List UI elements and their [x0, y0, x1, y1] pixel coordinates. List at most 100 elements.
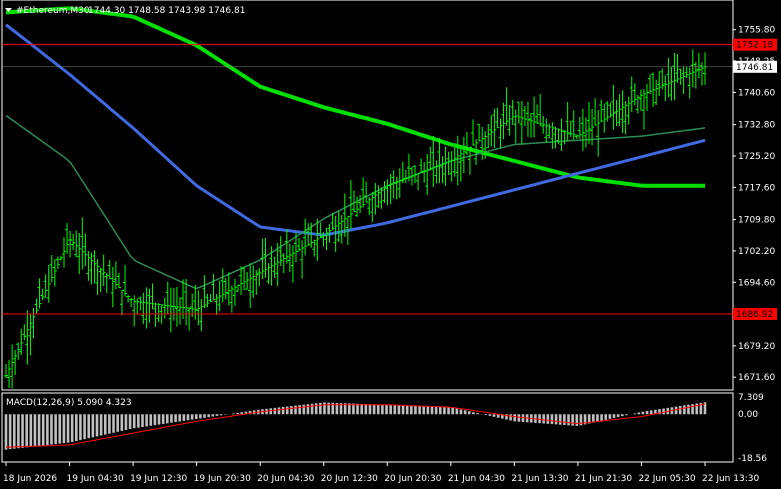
axes: 1755.801748.251740.601732.801725.201717.…: [3, 26, 777, 484]
price-bar: [690, 49, 695, 88]
price-bar: [184, 278, 189, 326]
price-bar: [376, 185, 381, 208]
price-bar: [471, 119, 476, 146]
price-bar: [541, 115, 546, 134]
price-bar: [171, 287, 176, 321]
price-bar: [181, 279, 186, 320]
price-bar: [303, 218, 308, 256]
chart-header: #Ethereum,M30 1744.30 1748.58 1743.98 17…: [5, 6, 245, 16]
price-bar: [52, 259, 57, 287]
price-bar: [116, 273, 121, 289]
price-bar: [431, 135, 436, 187]
price-bar: [119, 289, 124, 316]
price-bar: [519, 100, 524, 145]
time-tick-label: 20 Jun 04:30: [257, 474, 314, 484]
price-bar: [657, 71, 662, 96]
price-bar: [605, 101, 610, 122]
price-bar: [434, 160, 439, 184]
price-bar: [693, 61, 698, 89]
level-lines: [2, 44, 733, 315]
price-bar: [397, 168, 402, 198]
time-tick-label: 22 Jun 13:30: [702, 474, 759, 484]
price-bar: [278, 236, 283, 267]
price-bar: [529, 112, 534, 138]
price-bar: [287, 243, 292, 273]
price-bar: [635, 94, 640, 114]
price-bar: [461, 136, 466, 174]
price-bar: [370, 192, 375, 223]
price-bar: [580, 108, 585, 151]
level-low-marker-label: 1686.92: [736, 310, 773, 320]
price-bar: [113, 261, 118, 290]
price-bar: [34, 298, 39, 314]
macd-tick-label: 7.309: [738, 393, 764, 403]
price-bar: [516, 101, 521, 124]
level-high-marker: 1752.18: [733, 38, 777, 51]
price-panel-frame: [1, 0, 734, 391]
price-bar: [4, 363, 8, 379]
price-bar: [7, 359, 12, 388]
price-bar: [58, 255, 63, 261]
price-bar: [199, 299, 204, 332]
price-bar: [351, 190, 356, 213]
price-bar: [504, 87, 509, 126]
price-bar: [617, 94, 622, 126]
price-bar: [608, 102, 613, 118]
price-bar: [315, 218, 320, 261]
price-bar: [217, 280, 222, 312]
price-bar: [235, 284, 240, 293]
price-bar: [272, 256, 277, 278]
price-bar: [513, 109, 518, 144]
price-bar: [629, 76, 634, 112]
price-bar: [654, 79, 659, 106]
price-bar: [458, 148, 463, 182]
price-bar: [202, 275, 207, 309]
price-tick-label: 1755.80: [738, 26, 775, 36]
time-tick-label: 19 Jun 12:30: [130, 474, 187, 484]
price-bar: [135, 298, 140, 315]
price-bar: [501, 102, 506, 140]
price-bar: [638, 89, 643, 111]
price-bar: [632, 83, 637, 106]
price-bar: [443, 146, 448, 186]
price-bar: [495, 107, 500, 129]
price-bar: [416, 173, 421, 191]
time-tick-label: 20 Jun 12:30: [321, 474, 378, 484]
chart-canvas[interactable]: 1755.801748.251740.601732.801725.201717.…: [0, 0, 781, 489]
price-bar: [510, 99, 515, 125]
price-bar: [663, 75, 668, 101]
price-bar: [568, 120, 573, 137]
price-bar: [126, 295, 131, 303]
time-tick-label: 22 Jun 05:30: [638, 474, 695, 484]
time-tick-label: 19 Jun 04:30: [67, 474, 124, 484]
ma-slow-line: [5, 114, 706, 290]
price-bar: [266, 263, 271, 284]
price-bar: [364, 181, 369, 203]
price-bar: [37, 278, 42, 309]
price-bar: [324, 228, 329, 251]
price-bar: [403, 169, 408, 184]
price-bar: [565, 101, 570, 142]
price-bar: [242, 266, 247, 291]
price-bar: [239, 266, 244, 295]
price-bar: [71, 233, 76, 250]
price-bar: [599, 99, 604, 123]
price-bar: [43, 274, 48, 298]
price-bar: [208, 294, 213, 302]
price-bar: [339, 214, 344, 244]
price-bar: [129, 298, 134, 308]
price-bar: [626, 96, 631, 125]
price-bar: [675, 53, 680, 83]
price-bar: [562, 129, 567, 145]
price-bar: [95, 259, 100, 296]
price-bar: [144, 287, 149, 329]
price-bars: [4, 49, 707, 389]
price-bar: [196, 290, 201, 326]
price-tick-label: 1679.20: [738, 342, 775, 352]
macd-signal-line: [5, 403, 706, 448]
price-bar: [177, 297, 182, 325]
price-bar: [251, 265, 256, 298]
ohlc-values: 1744.30 1748.58 1743.98 1746.81: [88, 6, 245, 16]
price-tick-label: 1732.80: [738, 121, 775, 131]
price-bar: [550, 122, 555, 149]
